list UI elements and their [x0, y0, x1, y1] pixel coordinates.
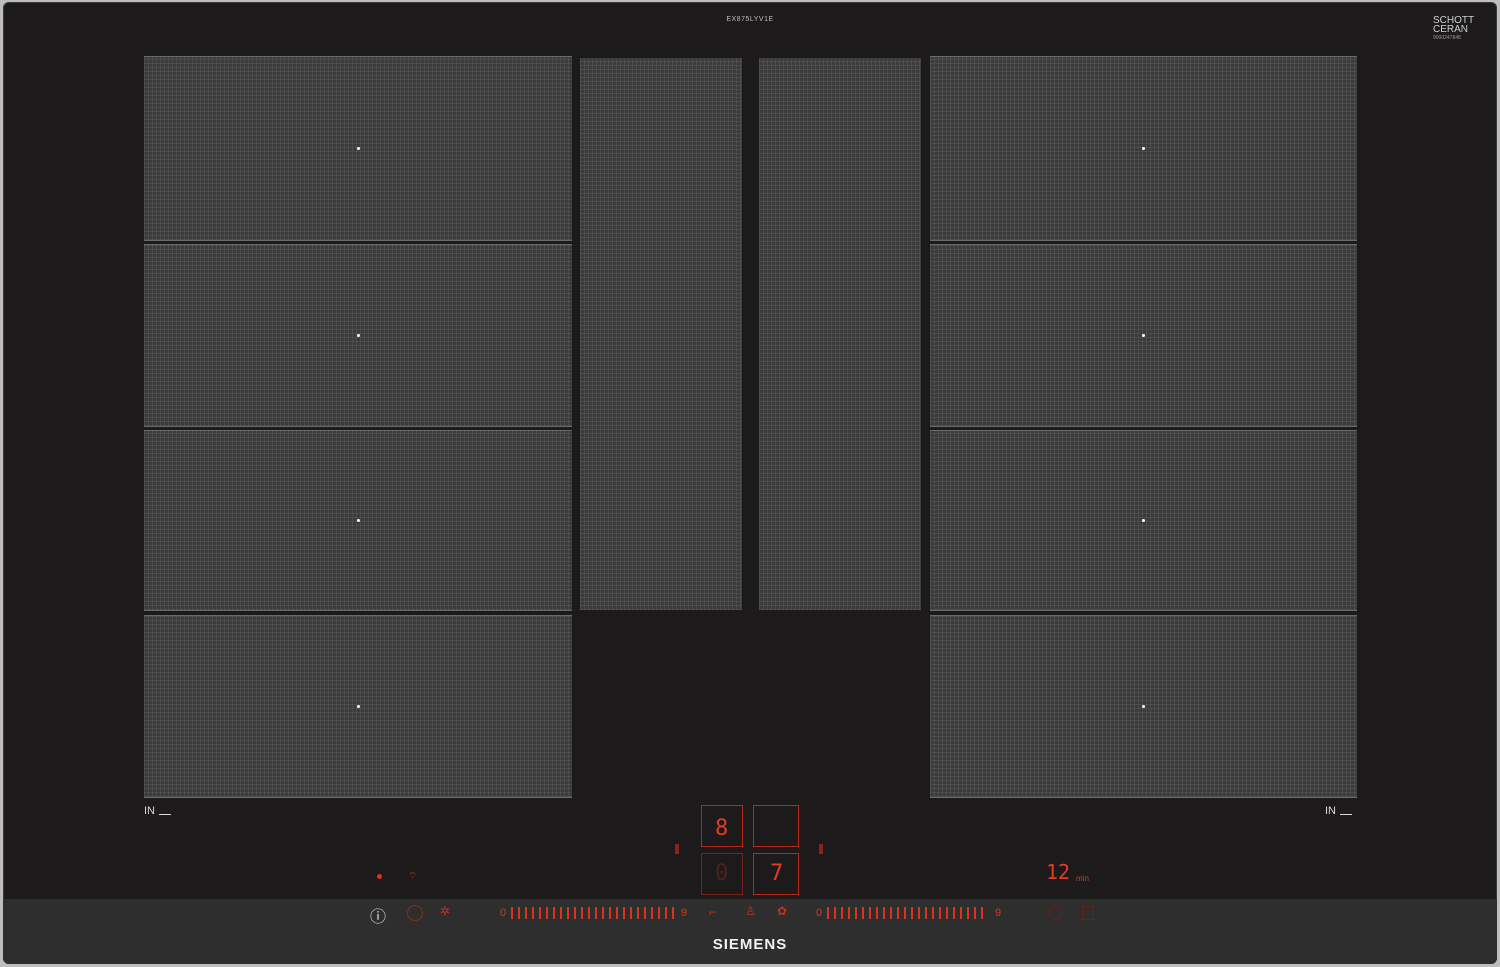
cooking-zone-left-2[interactable] [144, 244, 572, 427]
pot-detection-icon[interactable]: ⌐ [709, 905, 716, 919]
timer-value: 12 [1046, 860, 1071, 884]
schott-ceran-logo: SCHOTT CERAN 9000247848 [1433, 16, 1474, 43]
pot-icon [159, 804, 171, 815]
wifi-icon: ⌔ [408, 871, 418, 882]
display-digit: 0 [715, 861, 729, 886]
timer-unit: min [1076, 874, 1089, 883]
gear-icon[interactable]: ✿ [777, 904, 787, 918]
zone-label-right: IN [1325, 803, 1352, 817]
display-bottom-right: 7 [753, 853, 799, 895]
cooking-zone-right-4[interactable] [930, 615, 1357, 798]
zone-center-dot [1142, 334, 1145, 337]
display-top-right [753, 805, 799, 847]
zone-center-dot [1142, 519, 1145, 522]
cooktop: EX875LYV1E SCHOTT CERAN 9000247848 IN IN… [3, 2, 1497, 964]
status-dot [377, 874, 382, 879]
alarm-icon[interactable]: ♙ [745, 904, 756, 918]
power-boost-icon[interactable] [407, 905, 423, 921]
pot-icon [1340, 804, 1352, 815]
in-text: IN [1325, 805, 1336, 817]
slider-right-max: 9 [995, 907, 1002, 919]
fan-icon[interactable]: ✲ [440, 904, 450, 918]
power-slider-left[interactable] [511, 907, 679, 919]
cooking-zone-right-1[interactable] [930, 56, 1357, 241]
zone-center-dot [356, 705, 360, 708]
cooking-zone-right-2[interactable] [930, 244, 1357, 427]
display-top-left: 8 [701, 805, 743, 847]
cooking-zone-left-1[interactable] [144, 56, 572, 241]
zone-center-dot [1142, 705, 1145, 708]
cooking-zone-left-4[interactable] [144, 615, 572, 798]
display-digit: 8 [715, 816, 729, 841]
zone-label-left: IN [144, 803, 171, 817]
power-slider-right[interactable] [827, 907, 988, 919]
indicator-left [675, 844, 679, 854]
lock-icon[interactable] [1082, 906, 1094, 920]
slider-right-min: 0 [816, 907, 823, 919]
cooking-zone-middle-left[interactable] [580, 58, 742, 610]
timer-icon[interactable] [1048, 906, 1062, 920]
brand-logo: SIEMENS [712, 936, 788, 953]
in-text: IN [144, 805, 155, 817]
info-icon[interactable]: ⓘ [370, 903, 386, 927]
cooking-zone-middle-right[interactable] [759, 58, 921, 610]
indicator-right [819, 844, 823, 854]
cooking-zone-left-3[interactable] [144, 430, 572, 611]
model-code: EX875LYV1E [726, 16, 774, 23]
slider-left-min: 0 [500, 907, 507, 919]
zone-center-dot [356, 519, 360, 522]
display-bottom-left: 0 [701, 853, 743, 895]
slider-left-max: 9 [681, 907, 688, 919]
zone-center-dot [1142, 147, 1145, 150]
zone-center-dot [356, 334, 360, 337]
logo-line-2: CERAN [1433, 24, 1469, 35]
zone-center-dot [356, 147, 360, 150]
cooking-zone-right-3[interactable] [930, 430, 1357, 611]
logo-serial: 9000247848 [1433, 35, 1461, 41]
display-digit: 7 [770, 861, 784, 886]
